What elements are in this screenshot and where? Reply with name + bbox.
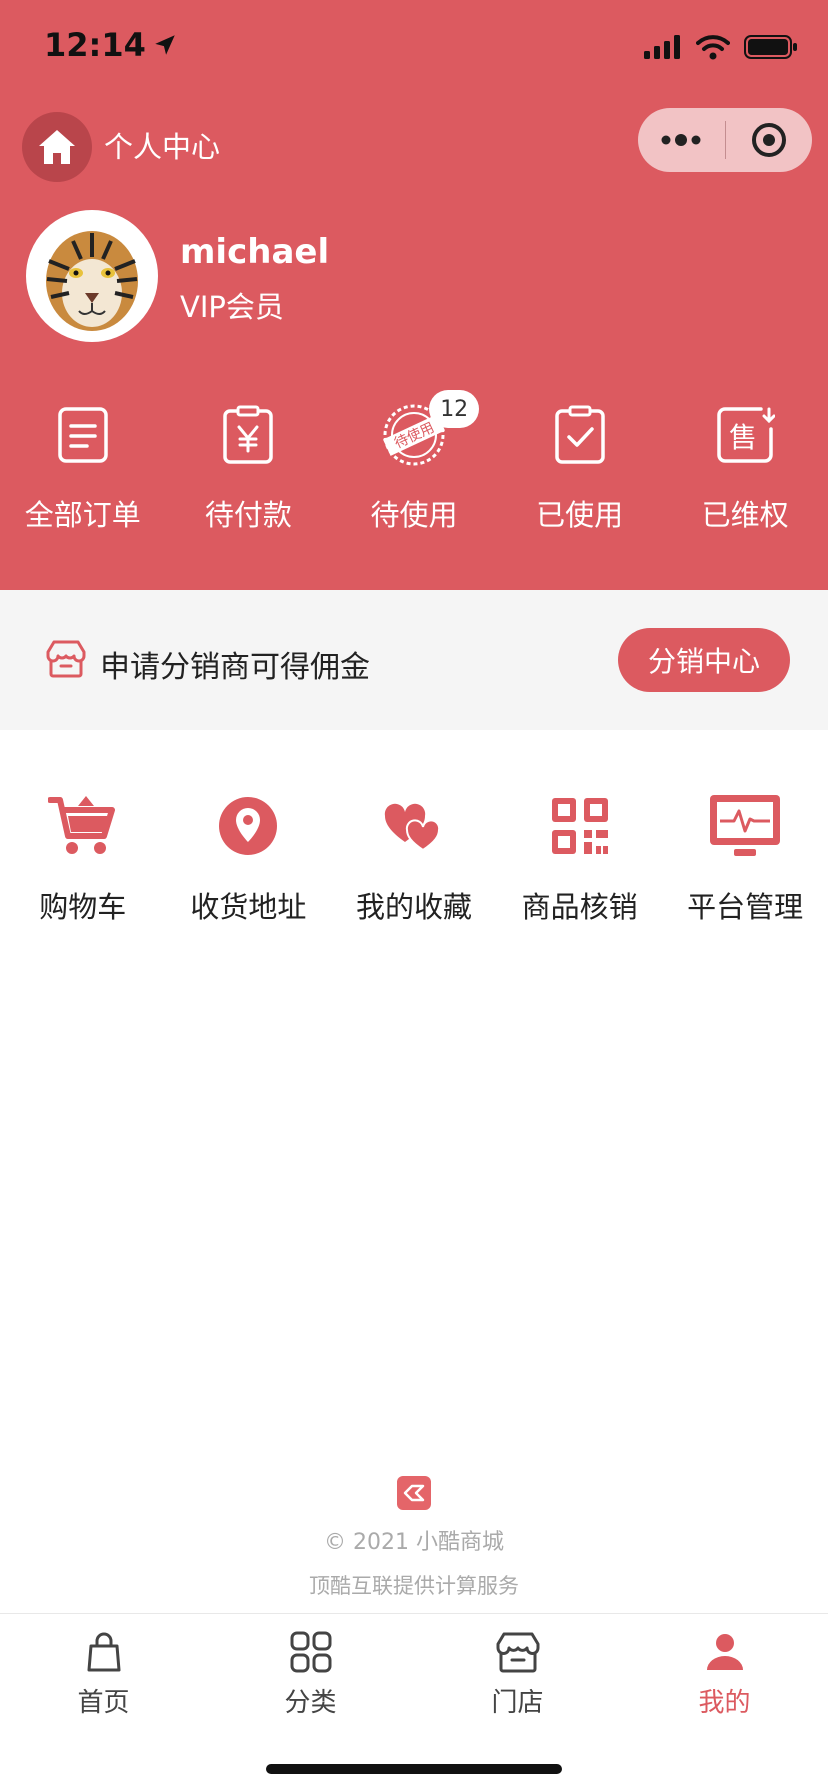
home-indicator[interactable]	[266, 1764, 562, 1774]
home-button[interactable]	[22, 112, 92, 182]
tab-label: 我的	[698, 1688, 751, 1718]
more-dots-icon	[661, 134, 701, 146]
order-label: 已维权	[701, 498, 789, 532]
powered-by-text: 顶酷互联提供计算服务	[309, 1574, 519, 1598]
wifi-icon	[696, 35, 730, 60]
tiger-avatar-image	[29, 213, 155, 339]
mini-program-capsule	[638, 108, 812, 172]
avatar[interactable]	[26, 210, 158, 342]
tool-favorites[interactable]: 我的收藏	[331, 790, 497, 930]
document-list-icon	[48, 400, 118, 470]
clipboard-check-icon	[545, 400, 615, 470]
distribution-center-button[interactable]: 分销中心	[618, 628, 790, 692]
after-sale-char: 售	[729, 421, 757, 454]
shopping-bag-icon	[79, 1628, 129, 1676]
order-shortcuts: 全部订单 待付款 待使用 12 待使用 已使用 售 已维权	[0, 390, 828, 540]
stamp-text: 待使用	[392, 419, 437, 452]
copyright-text: © 2021 小酷商城	[324, 1530, 504, 1555]
order-to-use[interactable]: 待使用 12 待使用	[331, 390, 497, 540]
after-sale-icon: 售	[710, 400, 780, 470]
qr-code-icon	[540, 790, 620, 862]
monitor-icon	[705, 790, 785, 862]
tab-bar: 首页 分类 门店 我的	[0, 1613, 828, 1723]
status-time: 12:14	[44, 26, 146, 64]
order-pending-payment[interactable]: 待付款	[166, 400, 332, 540]
profile-summary: michael VIP会员	[0, 208, 828, 344]
order-after-sale[interactable]: 售 已维权	[662, 400, 828, 540]
footer: © 2021 小酷商城 顶酷互联提供计算服务	[0, 1476, 828, 1600]
cellular-signal-icon	[644, 35, 680, 59]
tab-label: 首页	[77, 1688, 130, 1718]
target-icon	[751, 123, 786, 157]
person-icon	[700, 1628, 750, 1676]
yen-clipboard-icon	[213, 400, 283, 470]
profile-header: 12:14 个人中心 michael VIP会员 全部订单 待付款 待使用 12…	[0, 0, 828, 590]
tool-grid: 购物车 收货地址 我的收藏 商品核销 平台管理	[0, 790, 828, 930]
order-label: 全部订单	[24, 498, 141, 532]
status-time-group: 12:14	[44, 26, 178, 64]
tool-platform-admin[interactable]: 平台管理	[662, 790, 828, 930]
distributor-banner: 申请分销商可得佣金 分销中心	[0, 590, 828, 730]
tool-cart[interactable]: 购物车	[0, 790, 166, 930]
grid-icon	[286, 1628, 336, 1676]
tool-label: 平台管理	[687, 890, 804, 924]
store-outline-icon	[46, 640, 86, 678]
house-icon	[39, 130, 75, 164]
member-level: VIP会员	[180, 290, 284, 324]
tool-address[interactable]: 收货地址	[166, 790, 332, 930]
nav-bar: 个人中心	[0, 100, 828, 188]
distributor-promo-text: 申请分销商可得佣金	[100, 650, 370, 685]
tool-label: 收货地址	[190, 890, 307, 924]
order-all[interactable]: 全部订单	[0, 400, 166, 540]
close-mini-program-button[interactable]	[726, 108, 813, 172]
battery-icon	[744, 35, 797, 59]
more-button[interactable]	[638, 108, 725, 172]
tab-label: 分类	[284, 1688, 337, 1718]
hearts-icon	[374, 790, 454, 862]
tab-mine[interactable]: 我的	[621, 1614, 828, 1723]
tab-category[interactable]: 分类	[207, 1614, 414, 1723]
order-count-badge: 12	[429, 390, 480, 428]
order-label: 已使用	[536, 498, 624, 532]
order-label: 待使用	[370, 498, 458, 532]
tool-verification[interactable]: 商品核销	[497, 790, 663, 930]
status-bar: 12:14	[0, 0, 828, 100]
brand-logo-icon	[397, 1476, 431, 1510]
cart-icon	[43, 790, 123, 862]
tab-home[interactable]: 首页	[0, 1614, 207, 1723]
status-indicators	[644, 34, 798, 60]
tab-store[interactable]: 门店	[414, 1614, 621, 1723]
tool-label: 我的收藏	[355, 890, 472, 924]
tab-label: 门店	[491, 1688, 544, 1718]
store-icon	[493, 1628, 543, 1676]
order-used[interactable]: 已使用	[497, 400, 663, 540]
tool-label: 商品核销	[521, 890, 638, 924]
location-arrow-icon	[155, 35, 175, 55]
username: michael	[180, 232, 330, 272]
tool-label: 购物车	[39, 890, 127, 924]
page-title: 个人中心	[104, 130, 221, 164]
location-pin-icon	[208, 790, 288, 862]
order-label: 待付款	[204, 498, 292, 532]
